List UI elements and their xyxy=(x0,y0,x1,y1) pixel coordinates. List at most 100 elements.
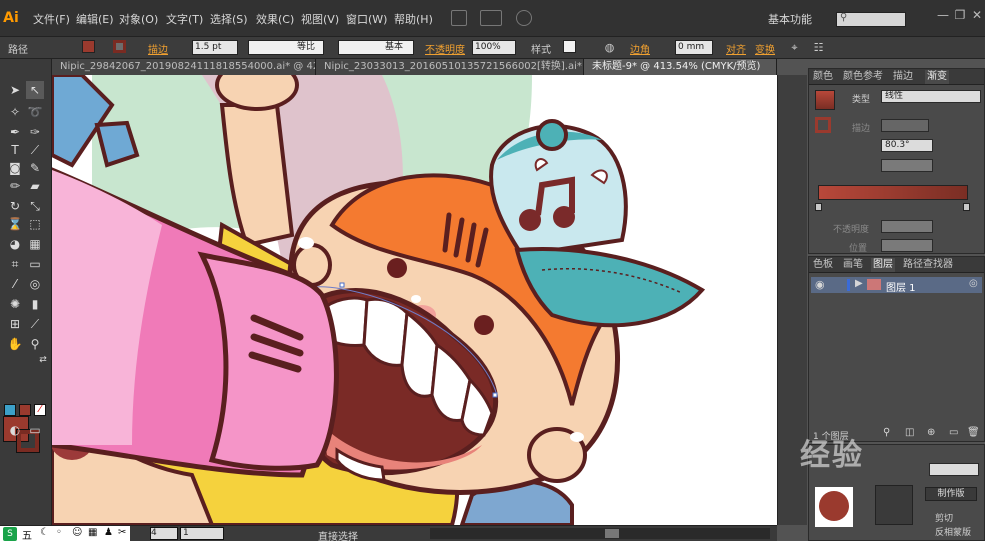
tab-color-guide[interactable]: 颜色参考 xyxy=(843,70,883,84)
graph-icon[interactable]: ▮ xyxy=(26,295,44,313)
rectangle-icon[interactable]: ◙ xyxy=(6,159,24,177)
arrange-documents-icon[interactable] xyxy=(480,10,502,26)
tab-document-3[interactable]: 未标题-9* @ 413.54% (CMYK/预览) xyxy=(584,59,777,75)
position-field[interactable] xyxy=(881,239,933,252)
variable-width-profile[interactable]: 等比 xyxy=(248,40,324,55)
menu-type[interactable]: 文字(T) xyxy=(166,11,203,27)
graphic-style-swatch[interactable] xyxy=(563,40,576,53)
tab-brushes[interactable]: 画笔 xyxy=(843,258,863,272)
scale-icon[interactable]: ⤡ xyxy=(26,197,44,215)
restore-button[interactable]: ❐ xyxy=(953,8,967,22)
clipping-mask-icon[interactable]: ◫ xyxy=(905,427,914,438)
stroke-color-swatch[interactable] xyxy=(113,40,126,53)
type-icon[interactable]: T xyxy=(6,141,24,159)
stroke-weight-field[interactable]: 1.5 pt xyxy=(192,40,238,55)
transform-link[interactable]: 变换 xyxy=(755,41,775,56)
moon-icon[interactable]: ☾ xyxy=(40,527,49,538)
artboard-icon[interactable]: ⊞ xyxy=(6,315,24,333)
draw-mode-icon[interactable]: ◐ xyxy=(6,421,24,439)
artboard-canvas[interactable] xyxy=(52,75,777,525)
opacity-field[interactable] xyxy=(881,220,933,233)
sogou-icon[interactable]: S xyxy=(3,527,17,541)
menu-edit[interactable]: 编辑(E) xyxy=(76,11,114,27)
punctuation-icon[interactable]: ◦ xyxy=(56,527,62,538)
curvature-icon[interactable]: ✑ xyxy=(26,123,44,141)
artboard-nav-field[interactable]: 1 xyxy=(180,527,224,540)
brush-definition[interactable]: 基本 xyxy=(338,40,414,55)
hand-icon[interactable]: ✋ xyxy=(6,335,24,353)
menu-help[interactable]: 帮助(H) xyxy=(394,11,433,27)
layer-name[interactable]: 图层 1 xyxy=(886,279,916,294)
line-icon[interactable]: ⟋ xyxy=(26,141,44,159)
eraser-icon[interactable]: ▰ xyxy=(26,177,44,195)
width-icon[interactable]: ⌛ xyxy=(6,215,24,233)
rotate-icon[interactable]: ↻ xyxy=(6,197,24,215)
workspace-switcher[interactable]: 基本功能 xyxy=(768,11,812,27)
menu-window[interactable]: 窗口(W) xyxy=(346,11,387,27)
perspective-icon[interactable]: ▦ xyxy=(26,235,44,253)
gradient-stop-start[interactable] xyxy=(815,203,822,211)
free-transform-icon[interactable]: ⬚ xyxy=(26,215,44,233)
close-button[interactable]: ✕ xyxy=(970,8,984,22)
magic-wand-icon[interactable]: ✧ xyxy=(6,103,24,121)
opacity-label[interactable]: 不透明度 xyxy=(425,41,465,56)
corner-field[interactable]: 0 mm xyxy=(675,40,713,55)
opacity-value-field[interactable] xyxy=(929,463,979,476)
locate-object-icon[interactable]: ⚲ xyxy=(883,427,890,438)
paintbrush-icon[interactable]: ✎ xyxy=(26,159,44,177)
tab-document-1[interactable]: Nipic_29842067_20190824111818554000.ai* … xyxy=(52,59,316,75)
search-input[interactable]: ⚲ xyxy=(836,12,906,27)
expand-icon[interactable]: ▶ xyxy=(855,278,863,289)
clip-checkbox[interactable]: 剪切 xyxy=(935,511,953,524)
tab-color[interactable]: 颜色 xyxy=(813,70,833,84)
tab-layers[interactable]: 图层 xyxy=(871,258,895,272)
recolor-icon[interactable]: ◍ xyxy=(603,41,616,54)
menu-file[interactable]: 文件(F) xyxy=(33,11,70,27)
selection-icon[interactable]: ➤ xyxy=(6,81,24,99)
gradient-type-select[interactable]: 线性 xyxy=(881,90,981,103)
blend-icon[interactable]: ◎ xyxy=(26,275,44,293)
scroll-thumb[interactable] xyxy=(605,529,619,538)
gradient-mode-icon[interactable] xyxy=(19,404,31,416)
swap-colors-icon[interactable]: ⇄ xyxy=(34,351,52,369)
align-link[interactable]: 对齐 xyxy=(726,41,746,56)
none-mode-icon[interactable]: ⁄ xyxy=(34,404,46,416)
menu-object[interactable]: 对象(O) xyxy=(119,11,158,27)
stroke-gradient-swatch[interactable] xyxy=(815,117,831,133)
gradient-stop-end[interactable] xyxy=(963,203,970,211)
corner-label[interactable]: 边角 xyxy=(630,41,650,56)
stroke-gradient-buttons[interactable] xyxy=(881,119,929,132)
eye-icon[interactable]: ◉ xyxy=(815,278,825,291)
opacity-field[interactable]: 100% xyxy=(472,40,516,55)
color-mode-icon[interactable] xyxy=(4,404,16,416)
angle-field[interactable]: 80.3° xyxy=(881,139,933,152)
invert-mask-checkbox[interactable]: 反相蒙版 xyxy=(935,525,971,538)
stroke-label[interactable]: 描边 xyxy=(148,41,168,56)
tab-stroke[interactable]: 描边 xyxy=(893,70,913,84)
ime-toolbar[interactable]: S 五 ☾ ◦ ☺ ▦ ♟ ✂ xyxy=(0,526,130,541)
tab-pathfinder[interactable]: 路径查找器 xyxy=(903,258,953,272)
symbol-sprayer-icon[interactable]: ✺ xyxy=(6,295,24,313)
mesh-icon[interactable]: ⌗ xyxy=(6,255,24,273)
pencil-icon[interactable]: ✏ xyxy=(6,177,24,195)
shape-builder-icon[interactable]: ◕ xyxy=(6,235,24,253)
menu-effect[interactable]: 效果(C) xyxy=(256,11,294,27)
horizontal-scrollbar[interactable] xyxy=(430,528,770,539)
direct-selection-icon[interactable]: ↖ xyxy=(26,81,44,99)
tab-document-2[interactable]: Nipic_23033013_20160510135721566002[转换].… xyxy=(316,59,584,75)
gradient-icon[interactable]: ▭ xyxy=(26,255,44,273)
eyedropper-icon[interactable]: ⁄ xyxy=(6,275,24,293)
tab-gradient[interactable]: 渐变 xyxy=(925,70,949,84)
zoom-field[interactable]: 4 xyxy=(150,527,178,540)
slice-icon[interactable]: ⟋ xyxy=(26,315,44,333)
isolate-icon[interactable]: ⌖ xyxy=(788,41,801,54)
bridge-icon[interactable] xyxy=(451,10,467,26)
gradient-slider[interactable] xyxy=(818,185,968,200)
gpu-icon[interactable] xyxy=(516,10,532,26)
keyboard-icon[interactable]: ▦ xyxy=(88,527,97,538)
new-layer-icon[interactable]: ▭ xyxy=(949,427,958,438)
tab-swatches[interactable]: 色板 xyxy=(813,258,833,272)
delete-layer-icon[interactable]: 🗑 xyxy=(967,427,980,438)
emoji-icon[interactable]: ☺ xyxy=(72,527,82,538)
new-sublayer-icon[interactable]: ⊕ xyxy=(927,427,935,438)
